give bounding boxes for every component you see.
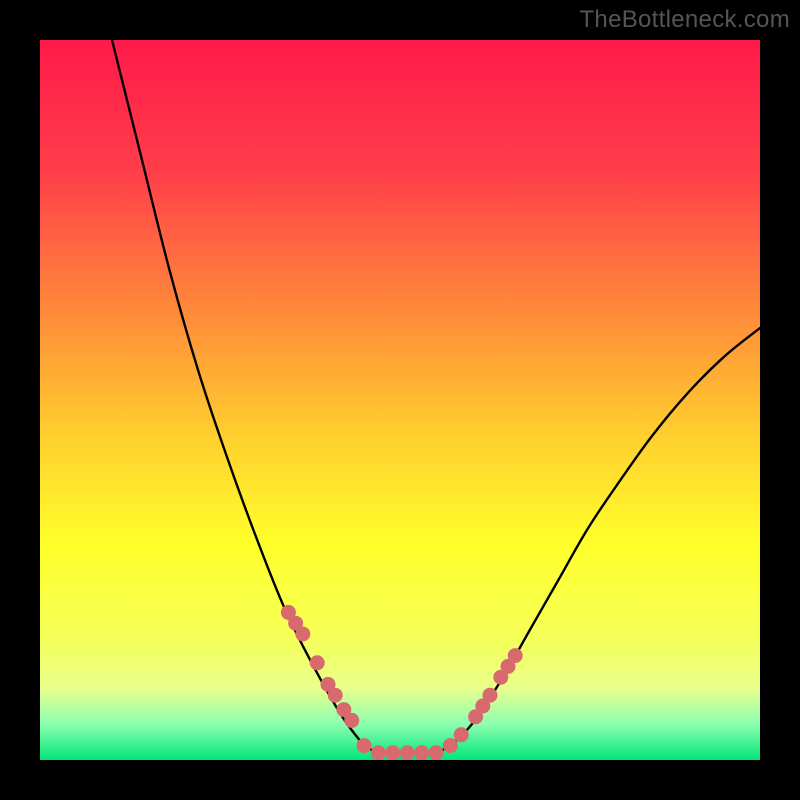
gradient-bg bbox=[40, 40, 760, 760]
chart-frame: TheBottleneck.com bbox=[0, 0, 800, 800]
watermark-text: TheBottleneck.com bbox=[579, 6, 790, 34]
marker-dot bbox=[483, 688, 498, 703]
marker-dot bbox=[371, 745, 386, 760]
marker-dot bbox=[295, 627, 310, 642]
marker-dot bbox=[454, 727, 469, 742]
marker-dot bbox=[508, 648, 523, 663]
marker-dot bbox=[310, 655, 325, 670]
plot-area bbox=[40, 40, 760, 760]
marker-dot bbox=[357, 738, 372, 753]
marker-dot bbox=[385, 745, 400, 760]
marker-dot bbox=[443, 738, 458, 753]
marker-dot bbox=[414, 745, 429, 760]
marker-dot bbox=[328, 688, 343, 703]
marker-dot bbox=[400, 745, 415, 760]
marker-dot bbox=[429, 745, 444, 760]
chart-svg bbox=[40, 40, 760, 760]
marker-dot bbox=[344, 713, 359, 728]
